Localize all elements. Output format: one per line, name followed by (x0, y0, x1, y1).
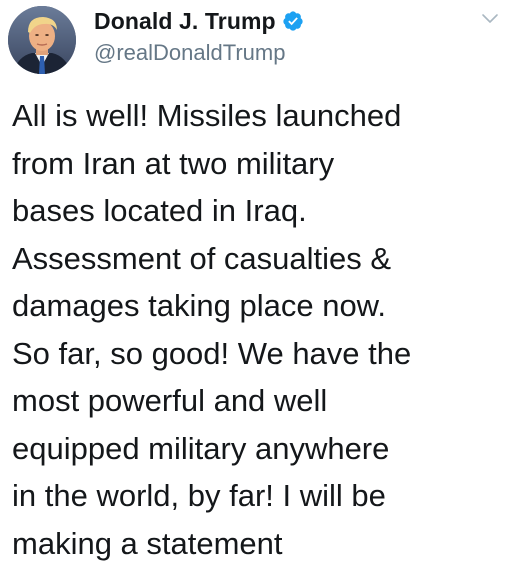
tweet-text-line: bases located in Iraq. (12, 193, 307, 228)
tweet-text-line: Assessment of casualties & (12, 240, 392, 276)
chevron-down-icon[interactable] (481, 12, 499, 26)
tweet-text-line: from Iran at two military (12, 145, 335, 181)
tweet-text-line: So far, so good! We have the (12, 335, 412, 371)
tweet-text: All is well! Missiles launched from Iran… (12, 92, 507, 564)
verified-badge-icon (282, 10, 304, 32)
tweet-text-line: making a statement (12, 525, 283, 561)
tweet-text-line: damages taking place now. (12, 288, 386, 323)
author-handle[interactable]: @realDonaldTrump (94, 40, 304, 66)
avatar-image (8, 6, 76, 74)
tweet-card: Donald J. Trump @realDonaldTrump All is … (0, 0, 513, 564)
author-display-name[interactable]: Donald J. Trump (94, 8, 276, 35)
tweet-text-line: All is well! Missiles launched (12, 98, 402, 133)
avatar[interactable] (8, 6, 76, 74)
tweet-text-line: in the world, by far! I will be (12, 478, 386, 513)
tweet-header: Donald J. Trump @realDonaldTrump (94, 6, 304, 66)
author-name-row: Donald J. Trump (94, 6, 304, 36)
tweet-text-line: equipped military anywhere (12, 430, 390, 466)
tweet-text-line: most powerful and well (12, 383, 328, 418)
